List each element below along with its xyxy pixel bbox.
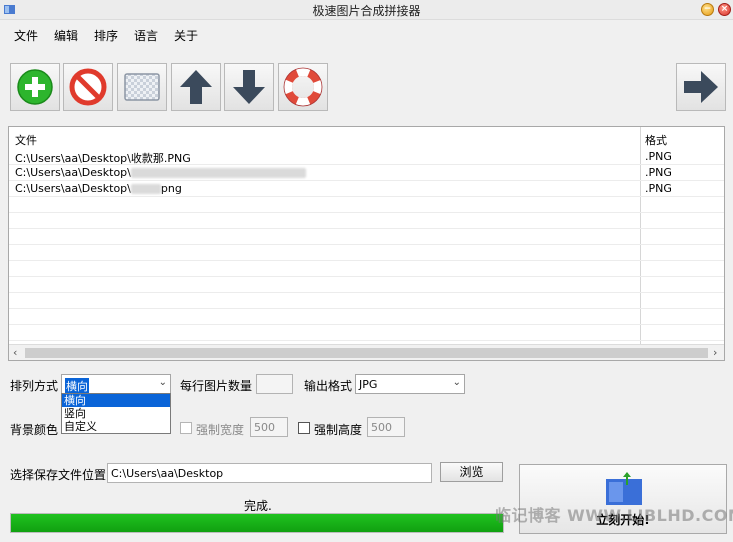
- option-horizontal[interactable]: 横向: [62, 394, 170, 407]
- table-row: [9, 261, 724, 277]
- menu-bar: 文件 编辑 排序 语言 关于: [0, 24, 733, 46]
- table-row: [9, 197, 724, 213]
- table-row: [9, 277, 724, 293]
- per-row-label: 每行图片数量: [180, 379, 253, 393]
- minimize-button[interactable]: −: [701, 3, 714, 16]
- close-button[interactable]: ×: [718, 3, 731, 16]
- menu-sort[interactable]: 排序: [94, 27, 118, 44]
- move-up-button[interactable]: [171, 63, 221, 111]
- bg-color-label: 背景颜色: [10, 423, 59, 437]
- menu-language[interactable]: 语言: [134, 27, 158, 44]
- arrow-down-icon: [233, 70, 265, 104]
- table-row: [9, 245, 724, 261]
- table-row[interactable]: C:\Users\aa\Desktop\ png .PNG: [9, 181, 724, 197]
- arrow-right-icon: [684, 71, 718, 103]
- title-bar: 极速图片合成拼接器 − ×: [0, 0, 733, 20]
- file-path: C:\Users\aa\Desktop\ png: [15, 182, 182, 195]
- file-list[interactable]: 文件 格式 C:\Users\aa\Desktop\收款那.PNG .PNG C…: [8, 126, 725, 361]
- browse-button[interactable]: 浏览: [440, 462, 503, 482]
- table-row: [9, 293, 724, 309]
- remove-button[interactable]: [63, 63, 113, 111]
- column-header-file[interactable]: 文件: [15, 132, 37, 148]
- arrow-up-icon: [180, 70, 212, 104]
- output-format-value: JPG: [359, 378, 378, 391]
- save-path-input[interactable]: C:\Users\aa\Desktop: [107, 463, 432, 483]
- force-height-label: 强制高度: [314, 423, 363, 437]
- status-text: 完成.: [244, 499, 272, 513]
- horizontal-scrollbar[interactable]: ‹ ›: [9, 344, 724, 360]
- output-format-label: 输出格式: [304, 379, 353, 393]
- table-row: [9, 309, 724, 325]
- file-format: .PNG: [645, 166, 672, 179]
- file-path: C:\Users\aa\Desktop\: [15, 166, 306, 179]
- progress-bar: [10, 513, 504, 533]
- scroll-left-icon[interactable]: ‹: [13, 346, 17, 359]
- checkerboard-icon: [124, 73, 160, 101]
- add-button[interactable]: [10, 63, 60, 111]
- force-width-label: 强制宽度: [196, 423, 245, 437]
- clear-button[interactable]: [117, 63, 167, 111]
- arrange-label: 排列方式: [10, 379, 59, 393]
- menu-file[interactable]: 文件: [14, 27, 38, 44]
- arrange-dropdown[interactable]: 横向 竖向 自定义: [61, 393, 171, 434]
- add-icon: [17, 69, 53, 105]
- file-path: C:\Users\aa\Desktop\收款那.PNG: [15, 152, 191, 165]
- arrange-select[interactable]: 横向 ⌄: [61, 374, 171, 394]
- help-button[interactable]: [278, 63, 328, 111]
- window-title: 极速图片合成拼接器: [312, 4, 421, 18]
- scrollbar-thumb[interactable]: [25, 348, 708, 358]
- table-row[interactable]: C:\Users\aa\Desktop\收款那.PNG .PNG: [9, 149, 724, 165]
- force-width-checkbox[interactable]: [180, 422, 192, 434]
- option-vertical[interactable]: 竖向: [62, 407, 170, 420]
- column-header-format[interactable]: 格式: [645, 132, 667, 148]
- scroll-right-icon[interactable]: ›: [713, 346, 717, 359]
- watermark-text: 临记博客 WWW.LJBLHD.COM: [495, 506, 733, 525]
- force-height-input[interactable]: 500: [367, 417, 405, 437]
- file-format: .PNG: [645, 182, 672, 195]
- chevron-down-icon: ⌄: [452, 377, 461, 388]
- lifebuoy-icon: [283, 67, 323, 107]
- file-format: .PNG: [645, 150, 672, 163]
- force-height-checkbox[interactable]: [298, 422, 310, 434]
- save-location-label: 选择保存文件位置: [10, 468, 107, 482]
- forbidden-icon: [69, 68, 107, 106]
- output-format-select[interactable]: JPG ⌄: [355, 374, 465, 394]
- table-row: [9, 213, 724, 229]
- progress-fill: [11, 514, 503, 532]
- force-width-input[interactable]: 500: [250, 417, 288, 437]
- table-row[interactable]: C:\Users\aa\Desktop\ .PNG: [9, 165, 724, 181]
- arrange-value: 横向: [65, 378, 89, 394]
- per-row-input[interactable]: [256, 374, 293, 394]
- table-row: [9, 229, 724, 245]
- menu-edit[interactable]: 编辑: [54, 27, 78, 44]
- option-custom[interactable]: 自定义: [62, 420, 170, 433]
- next-button[interactable]: [676, 63, 726, 111]
- menu-about[interactable]: 关于: [174, 27, 198, 44]
- chevron-down-icon: ⌄: [158, 377, 167, 388]
- table-row: [9, 325, 724, 341]
- move-down-button[interactable]: [224, 63, 274, 111]
